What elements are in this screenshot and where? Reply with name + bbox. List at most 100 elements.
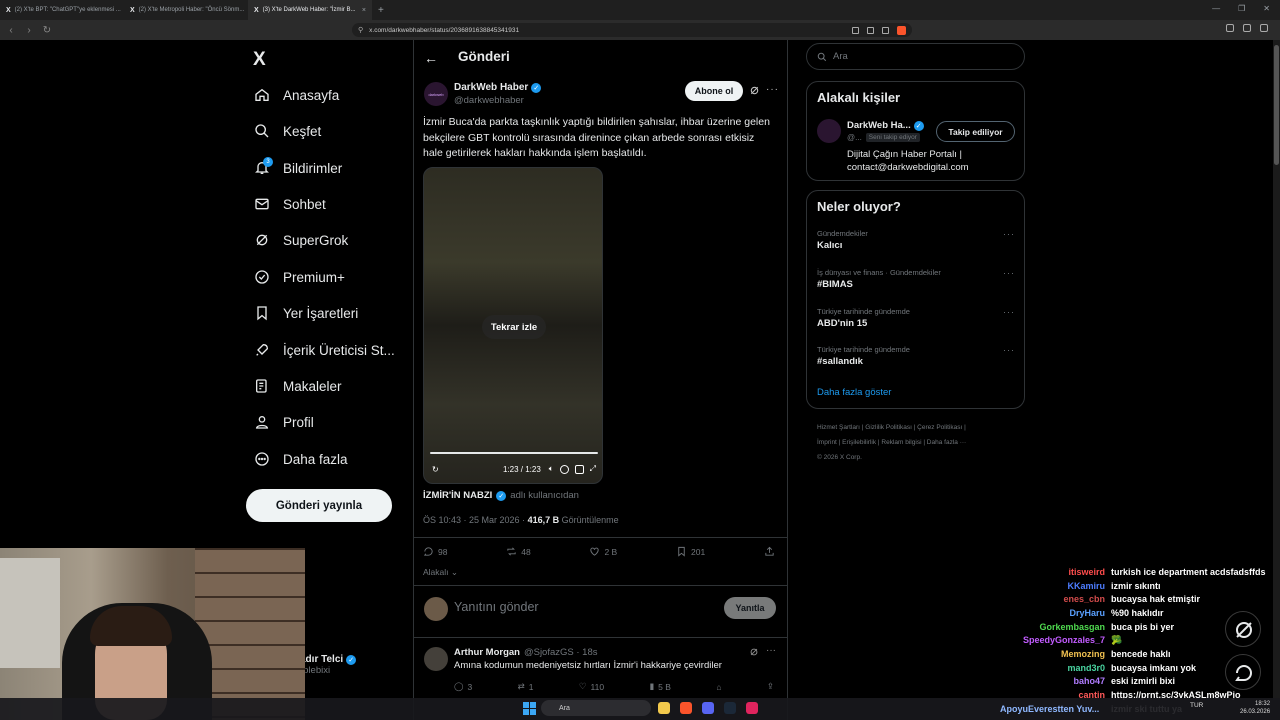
maximize-icon[interactable]: ❐ bbox=[1238, 4, 1245, 13]
author-name[interactable]: DarkWeb Haber ✓ bbox=[454, 82, 542, 93]
reply-author-name[interactable]: Arthur Morgan bbox=[454, 647, 520, 658]
avatar[interactable] bbox=[424, 597, 448, 621]
sort-dropdown[interactable]: Alakalı ⌄ bbox=[423, 567, 458, 578]
screen-icon[interactable] bbox=[852, 26, 859, 34]
site-info-icon[interactable]: ⚲ bbox=[358, 26, 363, 34]
app-icon[interactable] bbox=[746, 702, 758, 714]
forward-icon[interactable]: › bbox=[22, 23, 36, 37]
related-person-name[interactable]: DarkWeb Ha... ✓ bbox=[847, 120, 924, 131]
nav-item-explore[interactable]: Keşfet bbox=[253, 119, 321, 143]
bookmark-action[interactable]: ⌂ bbox=[716, 681, 721, 692]
browser-tab[interactable]: X (2) X'te Metropoli Haber: "Öncü Sönm...… bbox=[124, 0, 248, 20]
more-options-icon[interactable]: ··· bbox=[1003, 307, 1015, 317]
reply-action[interactable]: ◯ 3 bbox=[454, 681, 472, 692]
volume-icon[interactable]: 🔈︎ bbox=[549, 464, 554, 474]
wallet-icon[interactable] bbox=[1243, 24, 1251, 32]
x-logo-icon[interactable]: X bbox=[253, 49, 266, 71]
account-switcher[interactable]: adır Telci ✓ rplebixi bbox=[300, 654, 357, 676]
messages-fab-button[interactable] bbox=[1225, 654, 1261, 690]
scrollbar-thumb[interactable] bbox=[1274, 45, 1279, 165]
close-window-icon[interactable]: ✕ bbox=[1263, 4, 1270, 13]
nav-item-more[interactable]: Daha fazla bbox=[253, 447, 348, 471]
browser-tab-active[interactable]: X (3) X'te DarkWeb Haber: "İzmir B... × bbox=[248, 0, 372, 20]
grok-fab-button[interactable] bbox=[1225, 611, 1261, 647]
reply-button[interactable]: Yanıtla bbox=[724, 597, 776, 619]
close-tab-icon[interactable]: × bbox=[362, 7, 366, 14]
author-avatar[interactable]: darkweb bbox=[424, 82, 448, 106]
nav-item-home[interactable]: Anasayfa bbox=[253, 83, 339, 107]
reply-author-handle[interactable]: @SjofazGS · 18s bbox=[524, 647, 598, 658]
reply-icon: ◯ bbox=[454, 681, 464, 691]
post-button[interactable]: Gönderi yayınla bbox=[246, 489, 392, 522]
replay-icon[interactable]: ↻ bbox=[432, 465, 439, 474]
reply-author-avatar[interactable] bbox=[424, 647, 448, 671]
more-options-icon[interactable]: ··· bbox=[1003, 229, 1015, 239]
nav-item-profile[interactable]: Profil bbox=[253, 410, 314, 434]
more-options-icon[interactable]: ··· bbox=[1003, 268, 1015, 278]
settings-icon[interactable] bbox=[559, 464, 569, 474]
zoom-icon[interactable] bbox=[867, 26, 874, 34]
nav-item-supergrok[interactable]: SuperGrok bbox=[253, 228, 348, 252]
nav-item-articles[interactable]: Makaleler bbox=[253, 374, 342, 398]
author-handle[interactable]: @darkwebhaber bbox=[454, 95, 524, 106]
divider bbox=[413, 637, 788, 638]
bookmark-action[interactable]: 201 bbox=[676, 546, 705, 557]
attribution-source[interactable]: İZMİR'İN NABZI bbox=[423, 490, 492, 501]
browser-tab[interactable]: X (2) X'te BPT: "ChatGPT"ye eklenmesi ...… bbox=[0, 0, 124, 20]
reload-icon[interactable]: ↻ bbox=[40, 23, 54, 37]
replay-button[interactable]: Tekrar izle bbox=[482, 315, 546, 339]
repost-action[interactable]: ⇄ 1 bbox=[518, 681, 534, 692]
heart-icon bbox=[590, 547, 600, 556]
nav-item-bookmarks[interactable]: Yer İşaretleri bbox=[253, 301, 358, 325]
repost-action[interactable]: 48 bbox=[506, 546, 531, 557]
stream-marquee: ApoyuEverestten Yuv... bbox=[1000, 704, 1100, 714]
like-action[interactable]: 2 B bbox=[589, 546, 617, 557]
windows-start-icon[interactable] bbox=[523, 702, 536, 715]
like-action[interactable]: ♡ 110 bbox=[579, 681, 604, 692]
url-field[interactable]: ⚲ x.com/darkwebhaber/status/203689163884… bbox=[352, 23, 912, 37]
share-action[interactable] bbox=[764, 546, 775, 557]
brave-shield-icon[interactable] bbox=[897, 25, 906, 35]
new-tab-button[interactable]: + bbox=[378, 5, 384, 16]
minimize-icon[interactable]: — bbox=[1212, 4, 1220, 13]
subscribe-button[interactable]: Abone ol bbox=[685, 81, 743, 101]
nav-item-premium[interactable]: Premium+ bbox=[253, 265, 345, 289]
reply-action[interactable]: 98 bbox=[423, 546, 447, 557]
fullscreen-icon[interactable]: ⤢ bbox=[590, 464, 596, 474]
search-input[interactable]: Ara bbox=[806, 43, 1025, 70]
video-progress-bar[interactable] bbox=[430, 452, 598, 454]
chat-username: Gorkembasgan bbox=[1039, 621, 1105, 632]
share-icon[interactable] bbox=[882, 26, 889, 34]
trend-name[interactable]: #BIMAS bbox=[817, 279, 853, 290]
trend-name[interactable]: ABD'nin 15 bbox=[817, 318, 867, 329]
trend-name[interactable]: Kalıcı bbox=[817, 240, 842, 251]
views-action[interactable]: ▮ 5 B bbox=[649, 681, 670, 692]
more-options-icon[interactable]: ··· bbox=[1003, 345, 1015, 355]
grok-icon[interactable] bbox=[749, 647, 759, 657]
extensions-icon[interactable] bbox=[1226, 24, 1234, 32]
nav-item-notifications[interactable]: 3 Bildirimler bbox=[253, 156, 342, 180]
brave-browser-icon[interactable] bbox=[680, 702, 692, 714]
back-icon[interactable]: ‹ bbox=[4, 23, 18, 37]
taskbar-search[interactable]: Ara bbox=[541, 700, 651, 716]
menu-icon[interactable] bbox=[1260, 24, 1268, 32]
steam-icon[interactable] bbox=[724, 702, 736, 714]
following-button[interactable]: Takip ediliyor bbox=[936, 121, 1015, 142]
nav-item-creator-studio[interactable]: İçerik Üreticisi St... bbox=[253, 338, 395, 362]
nav-item-chat[interactable]: Sohbet bbox=[253, 192, 326, 216]
pip-icon[interactable] bbox=[574, 464, 584, 474]
share-action[interactable]: ⇪ bbox=[767, 681, 774, 692]
taskbar-clock[interactable]: 18:32 26.03.2026 bbox=[1240, 700, 1270, 716]
show-more-link[interactable]: Daha fazla göster bbox=[817, 387, 891, 398]
back-arrow-icon[interactable]: ← bbox=[424, 50, 438, 66]
related-person-avatar[interactable] bbox=[817, 119, 841, 143]
reply-input[interactable]: Yanıtını gönder bbox=[454, 600, 539, 614]
video-player[interactable]: Tekrar izle ↻ 1:23 / 1:23 🔈︎ ⤢ bbox=[423, 167, 603, 484]
more-options-icon[interactable]: ··· bbox=[766, 84, 779, 95]
grok-icon[interactable] bbox=[749, 85, 760, 96]
file-explorer-icon[interactable] bbox=[658, 702, 670, 714]
trend-name[interactable]: #sallandık bbox=[817, 356, 863, 367]
language-indicator[interactable]: TUR bbox=[1190, 702, 1203, 709]
more-options-icon[interactable]: ··· bbox=[766, 645, 776, 656]
discord-icon[interactable] bbox=[702, 702, 714, 714]
